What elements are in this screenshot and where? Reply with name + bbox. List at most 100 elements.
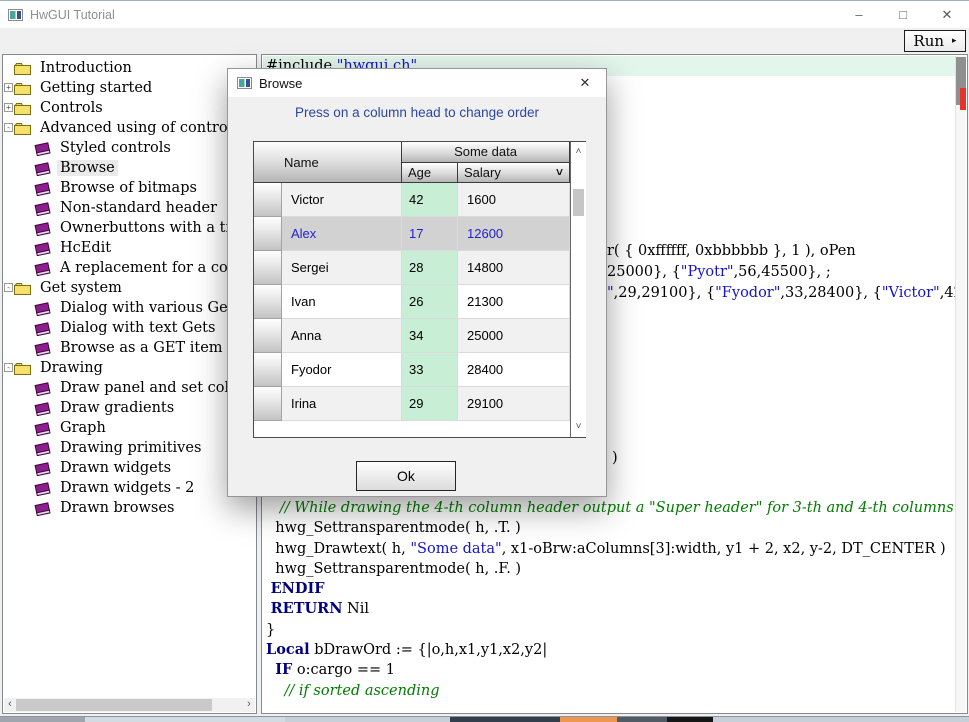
collapse-minus-icon[interactable]: -: [4, 283, 13, 292]
book-icon: [34, 401, 52, 416]
close-button[interactable]: ✕: [925, 1, 969, 29]
table-row-ivan[interactable]: Ivan2621300: [254, 285, 570, 319]
tree-horizontal-scrollbar[interactable]: ‹ ›: [4, 698, 255, 712]
cell-salary[interactable]: 29100: [458, 387, 570, 421]
minimize-button[interactable]: –: [837, 1, 881, 29]
column-header-name[interactable]: Name: [254, 142, 402, 183]
dialog-titlebar[interactable]: Browse ✕: [228, 69, 606, 97]
code-partial-line: ",29,29100}, {"Fyodor",33,28400}, {"Vict…: [607, 283, 968, 303]
taskbar-segment: [667, 717, 713, 722]
cell-name[interactable]: Irina: [282, 387, 402, 421]
run-button[interactable]: Run ▸: [904, 30, 966, 52]
tree-item-drawn-widgets[interactable]: Drawn widgets: [3, 458, 256, 478]
table-row-anna[interactable]: Anna3425000: [254, 319, 570, 353]
table-row-sergei[interactable]: Sergei2814800: [254, 251, 570, 285]
cell-name[interactable]: Alex: [282, 217, 402, 251]
row-selector-cell[interactable]: [254, 387, 282, 421]
scroll-up-icon[interactable]: ˄: [571, 145, 586, 159]
collapse-minus-icon[interactable]: -: [4, 363, 13, 372]
cell-name[interactable]: Ivan: [282, 285, 402, 319]
cell-age[interactable]: 42: [402, 183, 458, 217]
cell-age[interactable]: 26: [402, 285, 458, 319]
browse-table[interactable]: Name Some data Age ˅ Salary Victor421600…: [253, 141, 586, 438]
cell-salary[interactable]: 14800: [458, 251, 570, 285]
table-row-irina[interactable]: Irina2929100: [254, 387, 570, 421]
cell-name[interactable]: Anna: [282, 319, 402, 353]
folder-icon: [14, 62, 32, 75]
cell-name[interactable]: Fyodor: [282, 353, 402, 387]
tree-item-drawn-browses[interactable]: Drawn browses: [3, 498, 256, 518]
cell-age[interactable]: 28: [402, 251, 458, 285]
editor-vertical-scrollbar[interactable]: [955, 56, 966, 712]
dialog-close-button[interactable]: ✕: [564, 69, 606, 97]
cell-salary[interactable]: 12600: [458, 217, 570, 251]
book-icon: [34, 461, 52, 476]
tree-item-label: Advanced using of controls: [37, 120, 243, 136]
tree-item-drawing[interactable]: -Drawing: [3, 358, 256, 378]
tree-item-get-system[interactable]: -Get system: [3, 278, 256, 298]
table-vertical-scrollbar[interactable]: ˄ ˅: [570, 142, 586, 437]
tree-item-drawing-primitives[interactable]: Drawing primitives: [3, 438, 256, 458]
cell-salary[interactable]: 1600: [458, 183, 570, 217]
book-icon: [34, 221, 52, 236]
code-segment-kw: RETURN: [271, 600, 343, 617]
cell-age[interactable]: 17: [402, 217, 458, 251]
code-line: hwg_Settransparentmode( h, .F. ): [266, 559, 953, 579]
tree-item-dialog-with-text-gets[interactable]: Dialog with text Gets: [3, 318, 256, 338]
book-icon: [34, 421, 52, 436]
row-selector-cell[interactable]: [254, 183, 282, 217]
tree-item-browse-as-a-get-item[interactable]: Browse as a GET item: [3, 338, 256, 358]
tree-item-browse[interactable]: Browse: [3, 158, 256, 178]
expand-plus-icon[interactable]: +: [4, 83, 13, 92]
tree-item-non-standard-header[interactable]: Non-standard header: [3, 198, 256, 218]
tree-item-browse-of-bitmaps[interactable]: Browse of bitmaps: [3, 178, 256, 198]
book-icon: [34, 381, 52, 396]
row-selector-cell[interactable]: [254, 285, 282, 319]
tree-item-ownerbuttons-with-a-time[interactable]: Ownerbuttons with a time: [3, 218, 256, 238]
cell-salary[interactable]: 25000: [458, 319, 570, 353]
tree-hscroll-thumb[interactable]: [16, 699, 212, 711]
tree-item-drawn-widgets-2[interactable]: Drawn widgets - 2: [3, 478, 256, 498]
cell-salary[interactable]: 21300: [458, 285, 570, 319]
tree-item-draw-gradients[interactable]: Draw gradients: [3, 398, 256, 418]
scroll-right-icon[interactable]: ›: [243, 698, 255, 712]
expand-plus-icon[interactable]: +: [4, 103, 13, 112]
row-selector-cell[interactable]: [254, 251, 282, 285]
row-selector-cell[interactable]: [254, 319, 282, 353]
maximize-button[interactable]: □: [881, 1, 925, 29]
tree-item-getting-started[interactable]: +Getting started: [3, 78, 256, 98]
book-icon: [34, 481, 52, 496]
toolbar: Run ▸: [0, 28, 969, 52]
scroll-down-icon[interactable]: ˅: [571, 420, 586, 434]
tree-item-dialog-with-various-gets[interactable]: Dialog with various Gets: [3, 298, 256, 318]
tree-item-controls[interactable]: +Controls: [3, 98, 256, 118]
column-header-age[interactable]: Age: [402, 163, 458, 183]
tree-item-hcedit[interactable]: HcEdit: [3, 238, 256, 258]
tree-item-styled-controls[interactable]: Styled controls: [3, 138, 256, 158]
folder-icon: [14, 282, 32, 295]
code-segment-plain: 25000}, {: [607, 264, 681, 280]
collapse-minus-icon[interactable]: -: [4, 123, 13, 132]
cell-salary[interactable]: 28400: [458, 353, 570, 387]
cell-name[interactable]: Sergei: [282, 251, 402, 285]
tree-item-introduction[interactable]: Introduction: [3, 58, 256, 78]
code-segment-str: "Some data": [410, 541, 501, 557]
cell-age[interactable]: 34: [402, 319, 458, 353]
column-header-salary[interactable]: ˅ Salary: [458, 163, 570, 183]
table-row-fyodor[interactable]: Fyodor3328400: [254, 353, 570, 387]
row-selector-cell[interactable]: [254, 217, 282, 251]
cell-name[interactable]: Victor: [282, 183, 402, 217]
tree-item-a-replacement-for-a-coloriz[interactable]: A replacement for a coloriz: [3, 258, 256, 278]
table-row-alex[interactable]: Alex1712600: [254, 217, 570, 251]
tree-item-advanced-using-of-controls[interactable]: - Advanced using of controls: [3, 118, 256, 138]
row-selector-cell[interactable]: [254, 353, 282, 387]
tree-item-draw-panel-and-set-colors[interactable]: Draw panel and set colors: [3, 378, 256, 398]
super-header-some-data[interactable]: Some data: [402, 142, 570, 163]
cell-age[interactable]: 29: [402, 387, 458, 421]
table-row-victor[interactable]: Victor421600: [254, 183, 570, 217]
cell-age[interactable]: 33: [402, 353, 458, 387]
table-vscroll-thumb[interactable]: [573, 189, 584, 216]
ok-button[interactable]: Ok: [356, 461, 456, 491]
scroll-left-icon[interactable]: ‹: [4, 698, 16, 712]
tree-item-graph[interactable]: Graph: [3, 418, 256, 438]
